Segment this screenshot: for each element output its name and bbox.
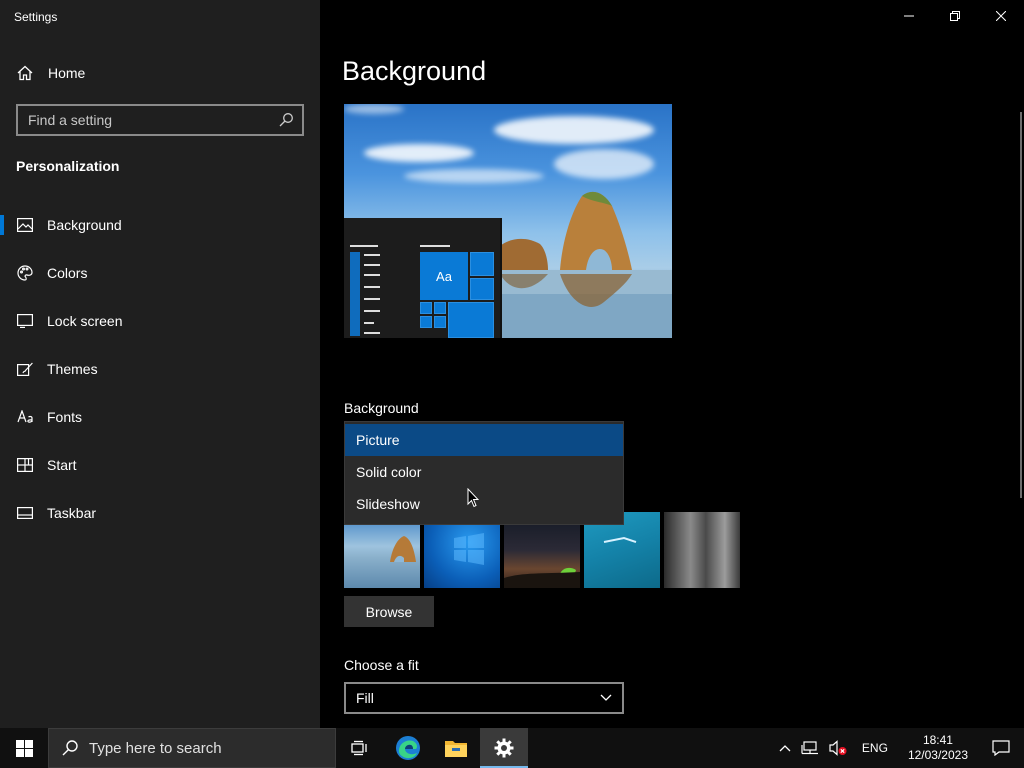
palette-icon — [17, 265, 33, 281]
settings-app-button[interactable] — [480, 728, 528, 768]
home-icon — [17, 65, 33, 81]
sidebar-nav: Background Colors Lock screen Themes Fon… — [0, 201, 320, 537]
search-icon[interactable] — [278, 112, 294, 128]
close-icon — [996, 11, 1006, 21]
sidebar-item-taskbar[interactable]: Taskbar — [0, 489, 320, 537]
taskbar-icon — [17, 505, 33, 521]
clock-time: 18:41 — [922, 733, 953, 747]
sidebar-item-label: Fonts — [47, 409, 83, 425]
sidebar-item-label: Themes — [47, 361, 98, 377]
lock-screen-icon — [17, 313, 33, 329]
app-title: Settings — [14, 10, 58, 24]
background-dropdown-list: Picture Solid color Slideshow — [344, 421, 624, 525]
task-view-button[interactable] — [336, 728, 384, 768]
scrollbar[interactable] — [1020, 112, 1022, 498]
brush-icon — [17, 361, 33, 377]
sidebar-item-start[interactable]: Start — [0, 441, 320, 489]
speaker-muted-icon — [829, 740, 847, 756]
sidebar-item-lock-screen[interactable]: Lock screen — [0, 297, 320, 345]
picture-icon — [17, 217, 33, 233]
start-menu-preview: Aa — [344, 218, 500, 338]
restore-icon — [950, 11, 960, 21]
edge-button[interactable] — [384, 728, 432, 768]
choose-fit-label: Choose a fit — [344, 657, 419, 673]
choose-fit-value: Fill — [356, 690, 374, 706]
sidebar-item-label: Background — [47, 217, 122, 233]
minimize-icon — [904, 15, 914, 17]
taskbar-search-input[interactable] — [89, 739, 329, 757]
close-button[interactable] — [978, 0, 1024, 32]
start-button[interactable] — [0, 728, 48, 768]
dropdown-option-solid-color[interactable]: Solid color — [345, 456, 623, 488]
chevron-up-icon — [779, 745, 791, 752]
search-icon — [62, 740, 78, 756]
network-icon — [801, 741, 818, 755]
choose-fit-select[interactable]: Fill — [344, 682, 624, 714]
find-setting-input[interactable] — [18, 106, 278, 134]
windows-logo-icon — [15, 739, 33, 757]
chevron-down-icon — [600, 694, 612, 701]
window-controls — [886, 0, 1024, 32]
network-button[interactable] — [796, 728, 824, 768]
browse-button[interactable]: Browse — [344, 596, 434, 627]
language-indicator[interactable]: ENG — [852, 728, 898, 768]
sidebar-item-background[interactable]: Background — [0, 201, 320, 249]
clock[interactable]: 18:41 12/03/2023 — [898, 733, 978, 763]
start-icon — [17, 457, 33, 473]
show-hidden-icons-button[interactable] — [774, 728, 796, 768]
minimize-button[interactable] — [886, 0, 932, 32]
desktop-preview: Aa — [344, 104, 672, 338]
folder-icon — [445, 741, 467, 757]
page-title: Background — [342, 56, 487, 86]
gear-icon — [494, 738, 514, 758]
sidebar-item-label: Lock screen — [47, 313, 123, 329]
system-tray: ENG 18:41 12/03/2023 — [774, 728, 1024, 768]
dropdown-option-slideshow[interactable]: Slideshow — [345, 488, 623, 520]
taskbar-search[interactable] — [48, 728, 336, 768]
find-setting-search[interactable] — [16, 104, 304, 136]
task-view-icon — [351, 740, 367, 756]
sidebar-item-fonts[interactable]: Fonts — [0, 393, 320, 441]
home-label: Home — [48, 65, 86, 81]
dropdown-option-picture[interactable]: Picture — [345, 424, 623, 456]
clock-date: 12/03/2023 — [907, 748, 968, 762]
main-content: Background Aa Background Browse Choose a… — [320, 0, 1024, 728]
mouse-cursor-icon — [467, 488, 479, 508]
background-label: Background — [344, 400, 419, 416]
edge-browser-icon — [396, 736, 420, 760]
sidebar-item-label: Taskbar — [47, 505, 97, 521]
action-center-button[interactable] — [978, 728, 1024, 768]
sidebar-item-label: Start — [47, 457, 77, 473]
section-title: Personalization — [16, 158, 120, 174]
sidebar-item-colors[interactable]: Colors — [0, 249, 320, 297]
sidebar-item-label: Colors — [47, 265, 88, 281]
notification-icon — [992, 740, 1010, 756]
preview-tile-text: Aa — [420, 252, 468, 300]
sidebar: Settings Home Personalization Background — [0, 0, 320, 728]
taskbar: ENG 18:41 12/03/2023 — [0, 728, 1024, 768]
volume-button[interactable] — [824, 728, 852, 768]
thumbnail-rock-waterfall[interactable] — [664, 512, 740, 588]
rock-arch-illustration — [500, 191, 672, 338]
file-explorer-button[interactable] — [432, 728, 480, 768]
font-icon — [17, 409, 33, 425]
restore-button[interactable] — [932, 0, 978, 32]
home-button[interactable]: Home — [0, 57, 320, 89]
sidebar-item-themes[interactable]: Themes — [0, 345, 320, 393]
